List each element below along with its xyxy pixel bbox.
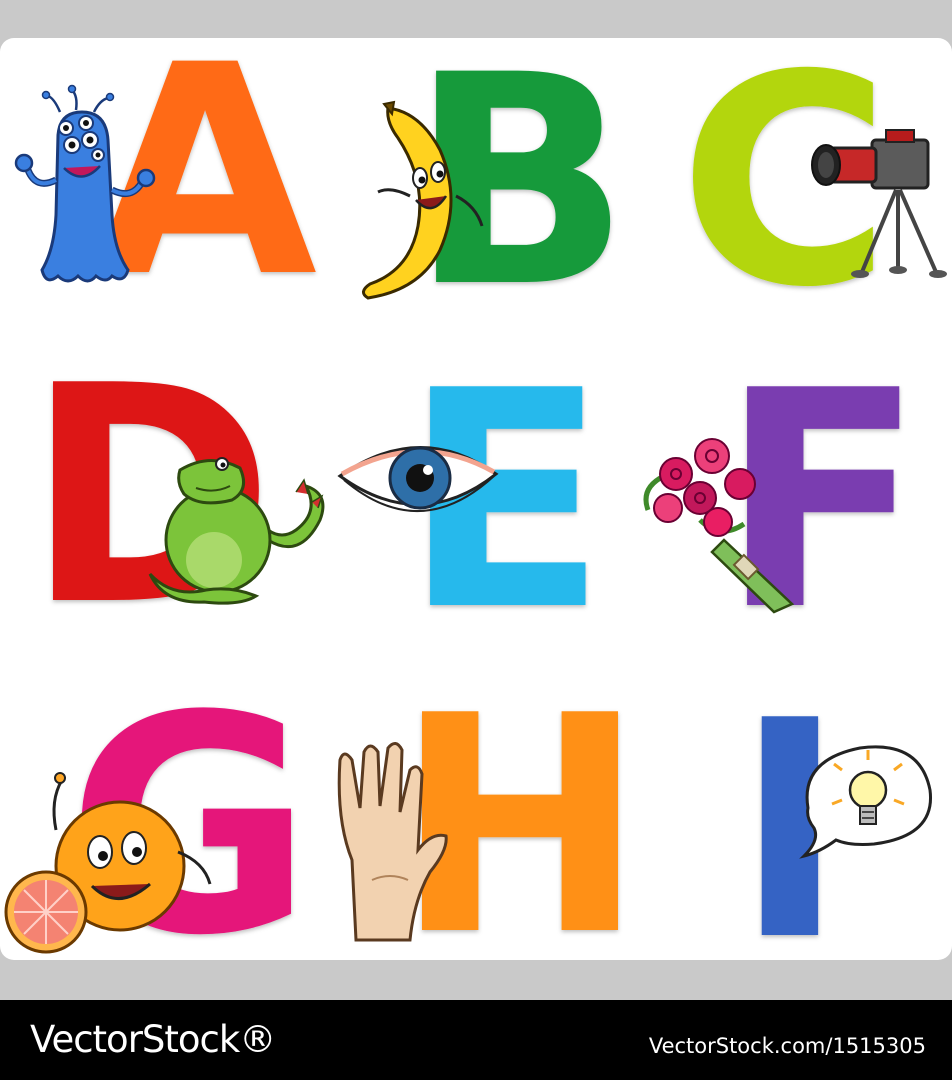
letter-h: H — [394, 652, 645, 1000]
stock-id-text: VectorStock.com/1515305 — [648, 1034, 926, 1058]
letter-a: A — [93, 4, 320, 341]
alphabet-illustration: A B C D E F G H I — [0, 0, 952, 1000]
brand-logo: VectorStock® — [30, 1018, 276, 1061]
letter-f: F — [720, 327, 925, 676]
